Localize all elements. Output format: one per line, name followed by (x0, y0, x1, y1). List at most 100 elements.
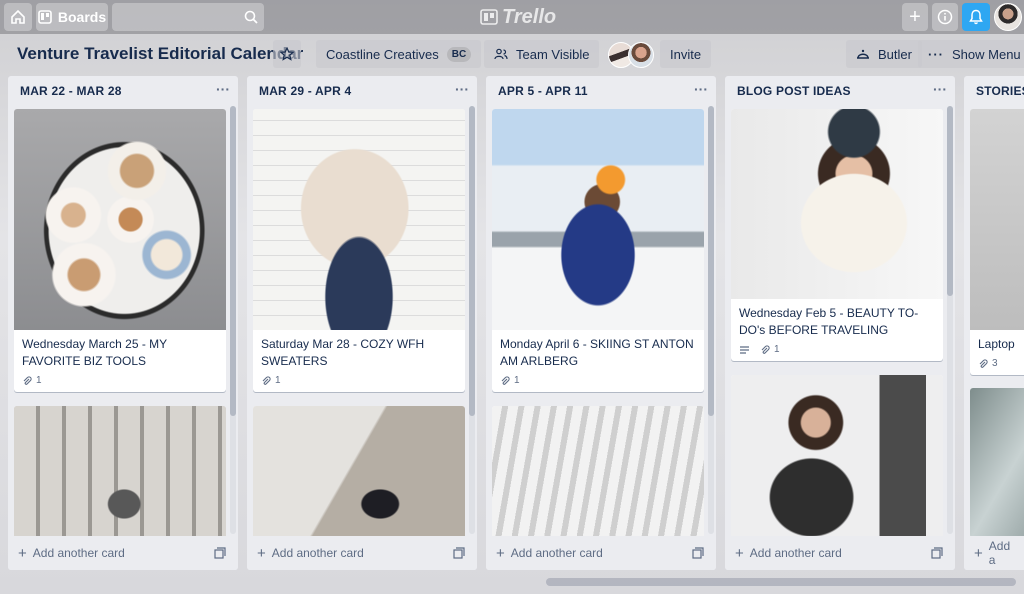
butler-icon (857, 49, 869, 59)
list-title[interactable]: APR 5 - APR 11 (498, 84, 588, 98)
visibility-label: Team Visible (516, 46, 590, 62)
add-card-label: Add another card (271, 546, 364, 560)
team-icon (494, 48, 508, 60)
butler-label: Butler (878, 46, 912, 62)
list-header: BLOG POST IDEAS ··· (725, 76, 955, 106)
trello-logo-icon (480, 9, 498, 25)
card-cover-image (253, 109, 465, 330)
attachment-count: 1 (36, 375, 42, 386)
plus-icon: + (735, 544, 744, 562)
list-title[interactable]: BLOG POST IDEAS (737, 84, 851, 98)
visibility-button[interactable]: Team Visible (484, 40, 600, 68)
description-badge (739, 345, 750, 355)
list-blog-post-ideas: BLOG POST IDEAS ··· Wednesday Feb 5 - BE… (725, 76, 955, 570)
more-icon: ··· (928, 46, 944, 62)
scrollbar-thumb[interactable] (230, 106, 236, 416)
card[interactable]: Saturday Mar 28 - COZY WFH SWEATERS 1 (253, 109, 465, 392)
info-icon (937, 9, 953, 25)
list-mar-29: MAR 29 - APR 4 ··· Saturday Mar 28 - COZ… (247, 76, 477, 570)
list-scrollbar[interactable] (469, 106, 475, 534)
team-button[interactable]: Coastline Creatives BC (316, 40, 482, 68)
template-icon[interactable] (453, 547, 465, 559)
card-cover-image (492, 406, 704, 546)
trello-logo[interactable]: Trello (480, 5, 556, 29)
list-scrollbar[interactable] (947, 106, 953, 534)
list-title[interactable]: STORIES (976, 84, 1024, 98)
card-cover-image (731, 375, 943, 545)
list-scrollbar[interactable] (230, 106, 236, 534)
add-card-button[interactable]: + Add another card (725, 536, 955, 570)
show-menu-button[interactable]: ··· Show Menu (918, 40, 1024, 68)
board-title[interactable]: Venture Travelist Editorial Calendar (17, 44, 303, 64)
list-title[interactable]: MAR 22 - MAR 28 (20, 84, 122, 98)
board-horizontal-scrollbar[interactable] (546, 578, 1016, 586)
member-avatar[interactable] (628, 42, 654, 68)
template-icon[interactable] (931, 547, 943, 559)
attachment-count: 3 (992, 358, 998, 369)
info-button[interactable] (932, 3, 958, 31)
add-card-label: Add another card (510, 546, 603, 560)
list-header: STORIES (964, 76, 1024, 106)
attachment-count: 1 (514, 375, 520, 386)
card-cover-image (14, 109, 226, 330)
add-card-button[interactable]: + Add another card (247, 536, 477, 570)
card-badges: 1 (14, 370, 226, 392)
card-cover-image (253, 406, 465, 546)
plus-icon: + (18, 544, 27, 562)
list-menu-icon[interactable]: ··· (694, 82, 708, 96)
card[interactable] (970, 388, 1024, 538)
user-avatar[interactable] (994, 3, 1022, 31)
list-menu-icon[interactable]: ··· (933, 82, 947, 96)
scrollbar-thumb[interactable] (708, 106, 714, 416)
notifications-button[interactable] (962, 3, 990, 31)
show-menu-label: Show Menu (952, 46, 1021, 62)
plus-icon: + (974, 544, 983, 562)
top-nav-bar: Boards Trello + (0, 0, 1024, 34)
team-badge: BC (446, 46, 472, 62)
attachment-count: 1 (275, 375, 281, 386)
card[interactable]: Monday April 6 - SKIING ST ANTON AM ARLB… (492, 109, 704, 392)
card[interactable]: Wednesday Feb 5 - BEAUTY TO-DO's BEFORE … (731, 109, 943, 361)
invite-button[interactable]: Invite (660, 40, 712, 68)
list-apr-5: APR 5 - APR 11 ··· Monday April 6 - SKII… (486, 76, 716, 570)
invite-label: Invite (670, 46, 702, 62)
list-menu-icon[interactable]: ··· (455, 82, 469, 96)
template-icon[interactable] (214, 547, 226, 559)
card[interactable] (731, 375, 943, 545)
home-button[interactable] (4, 3, 32, 31)
card[interactable] (492, 406, 704, 546)
home-icon (11, 9, 25, 24)
card-badges: 3 (970, 353, 1024, 375)
add-card-button[interactable]: + Add a (964, 536, 1024, 570)
search-icon (244, 10, 258, 24)
butler-button[interactable]: Butler (846, 40, 922, 68)
card[interactable] (253, 406, 465, 546)
add-card-button[interactable]: + Add another card (486, 536, 716, 570)
list-scrollbar[interactable] (708, 106, 714, 534)
list-header: APR 5 - APR 11 ··· (486, 76, 716, 106)
card[interactable]: Wednesday March 25 - MY FAVORITE BIZ TOO… (14, 109, 226, 392)
card-title: Monday April 6 - SKIING ST ANTON AM ARLB… (500, 337, 694, 368)
card-badges: 1 (731, 339, 943, 361)
attachment-badge: 1 (500, 375, 520, 386)
card-cover-image (492, 109, 704, 330)
search-input[interactable] (112, 3, 264, 31)
list-menu-icon[interactable]: ··· (216, 82, 230, 96)
team-name: Coastline Creatives (326, 46, 439, 62)
card[interactable]: Laptop 3 (970, 109, 1024, 375)
attachment-badge: 1 (261, 375, 281, 386)
card-cover-image (731, 109, 943, 299)
scrollbar-thumb[interactable] (947, 106, 953, 296)
add-card-button[interactable]: + Add another card (8, 536, 238, 570)
list-mar-22: MAR 22 - MAR 28 ··· Wednesday March 25 -… (8, 76, 238, 570)
description-icon (740, 345, 749, 354)
scrollbar-thumb[interactable] (469, 106, 475, 416)
boards-button[interactable]: Boards (36, 3, 108, 31)
paperclip-icon (979, 358, 988, 368)
create-button[interactable]: + (902, 3, 928, 31)
list-title[interactable]: MAR 29 - APR 4 (259, 84, 351, 98)
card[interactable] (14, 406, 226, 546)
attachment-badge: 1 (760, 344, 780, 355)
star-board-button[interactable] (273, 40, 301, 68)
template-icon[interactable] (692, 547, 704, 559)
